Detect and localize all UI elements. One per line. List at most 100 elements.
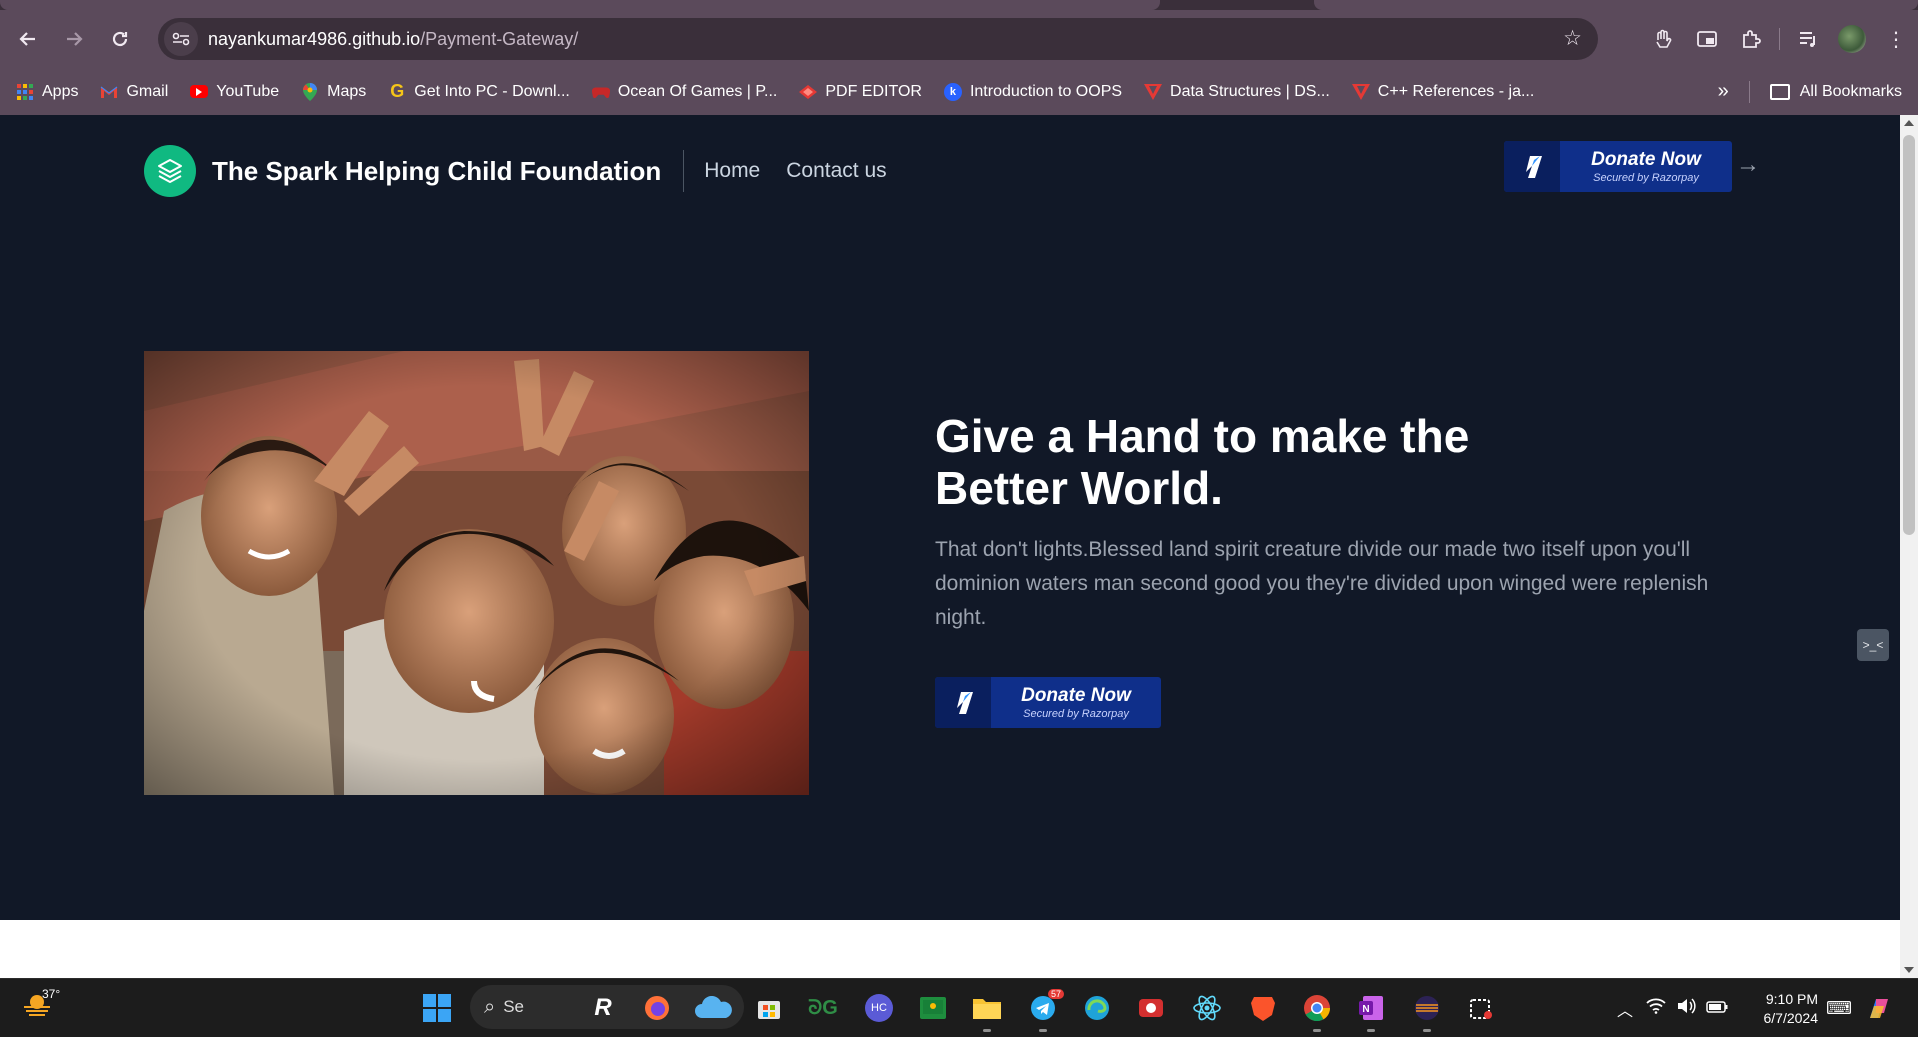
address-bar[interactable]: nayankumar4986.github.io/Payment-Gateway… xyxy=(158,18,1598,60)
extensions-puzzle-icon[interactable] xyxy=(1729,10,1773,68)
taskbar-chrome[interactable] xyxy=(1296,987,1338,1032)
site-settings-icon[interactable] xyxy=(164,22,198,56)
scroll-down-arrow-icon[interactable] xyxy=(1904,967,1914,973)
back-button[interactable] xyxy=(10,21,46,57)
folder-icon xyxy=(973,999,1001,1019)
svg-text:N: N xyxy=(1362,1004,1369,1015)
taskbar-hc[interactable]: HC xyxy=(858,987,900,1029)
bookmarks-overflow-icon[interactable]: » xyxy=(1718,80,1729,103)
layers-logo-icon[interactable] xyxy=(144,145,196,197)
taskbar-react[interactable] xyxy=(1186,987,1228,1029)
forward-button[interactable] xyxy=(56,21,92,57)
search-placeholder: Se xyxy=(503,997,524,1016)
notification-badge: 57 xyxy=(1047,989,1064,999)
profile-avatar[interactable] xyxy=(1830,10,1874,68)
taskbar-classroom[interactable] xyxy=(912,987,954,1029)
apps-grid-icon xyxy=(16,83,34,101)
donate-sublabel: Secured by Razorpay xyxy=(1023,708,1129,720)
page-scrollbar[interactable] xyxy=(1900,115,1918,978)
tab-inactive[interactable] xyxy=(1314,0,1918,10)
edge-icon xyxy=(1085,996,1109,1020)
weather-widget[interactable]: 37° xyxy=(22,987,60,1020)
volume-icon[interactable] xyxy=(1676,998,1706,1019)
bookmark-label: Apps xyxy=(42,82,79,100)
taskbar-app-r[interactable]: R xyxy=(582,987,624,1029)
kebab-menu-icon[interactable]: ⋮ xyxy=(1874,10,1918,68)
page-next-section xyxy=(0,920,1900,978)
taskbar-snipping-tool[interactable] xyxy=(1460,987,1502,1029)
nav-divider xyxy=(683,150,685,192)
scroll-up-arrow-icon[interactable] xyxy=(1904,120,1914,126)
taskbar-geeksforgeeks[interactable]: ᘐG xyxy=(802,987,844,1029)
bookmark-label: Introduction to OOPS xyxy=(969,82,1123,100)
react-atom-icon xyxy=(1193,995,1221,1021)
picture-in-picture-icon[interactable] xyxy=(1685,10,1729,68)
floating-widget-icon[interactable]: >_< xyxy=(1857,629,1889,661)
taskbar-recorder[interactable] xyxy=(1130,987,1172,1029)
bookmark-star-icon[interactable]: ☆ xyxy=(1563,26,1582,51)
language-indicator[interactable]: ⌨ xyxy=(1826,979,1852,1037)
donate-now-button-hero[interactable]: Donate Now Secured by Razorpay xyxy=(935,677,1161,728)
taskbar-edge[interactable] xyxy=(1076,987,1118,1029)
taskbar-file-explorer[interactable] xyxy=(966,987,1008,1032)
arrow-right-icon[interactable]: → xyxy=(1736,151,1760,179)
scrollbar-thumb[interactable] xyxy=(1903,135,1915,535)
reload-button[interactable] xyxy=(102,21,138,57)
battery-icon[interactable] xyxy=(1706,1000,1736,1018)
hero-title: Give a Hand to make the Better World. xyxy=(935,410,1470,514)
bookmark-youtube[interactable]: YouTube xyxy=(190,83,279,101)
nav-contact-link[interactable]: Contact us xyxy=(786,159,886,183)
gmail-icon xyxy=(100,83,118,101)
gamepad-icon xyxy=(591,83,610,101)
taskbar-store[interactable] xyxy=(748,987,790,1029)
bookmark-cpp-references[interactable]: C++ References - ja... xyxy=(1351,82,1535,101)
bookmark-apps[interactable]: Apps xyxy=(16,83,78,101)
store-icon xyxy=(758,1001,780,1019)
start-button[interactable] xyxy=(416,987,458,1029)
extension-hand-icon[interactable] xyxy=(1641,10,1685,68)
url-text[interactable]: nayankumar4986.github.io/Payment-Gateway… xyxy=(208,29,578,50)
all-bookmarks-link[interactable]: All Bookmarks xyxy=(1800,83,1902,101)
bookmark-oceanofgames[interactable]: Ocean Of Games | P... xyxy=(591,82,778,101)
bookmark-getintopc[interactable]: G Get Into PC - Downl... xyxy=(388,81,570,101)
tab-strip xyxy=(0,0,1918,10)
avatar xyxy=(1838,25,1866,53)
copilot-icon xyxy=(1870,998,1888,1018)
web-page: The Spark Helping Child Foundation Home … xyxy=(0,115,1900,920)
nav-home-link[interactable]: Home xyxy=(704,159,760,183)
taskbar-telegram[interactable]: 57 xyxy=(1022,987,1064,1032)
bookmark-oops[interactable]: k Introduction to OOPS xyxy=(943,82,1123,101)
tab-inactive[interactable] xyxy=(0,0,1160,10)
donate-now-button-header[interactable]: Donate Now Secured by Razorpay xyxy=(1504,141,1732,192)
bookmarks-divider xyxy=(1748,80,1750,103)
bookmark-gmail[interactable]: Gmail xyxy=(100,83,168,101)
wifi-icon[interactable] xyxy=(1646,998,1676,1019)
taskbar-clock[interactable]: 9:10 PM 6/7/2024 xyxy=(1752,990,1819,1028)
bookmark-label: C++ References - ja... xyxy=(1377,82,1535,100)
donate-label: Donate Now xyxy=(1591,149,1701,170)
taskbar-firefox[interactable] xyxy=(636,987,678,1029)
bookmark-label: Maps xyxy=(327,82,367,100)
donate-label: Donate Now xyxy=(1021,685,1131,706)
bookmark-pdf-editor[interactable]: PDF EDITOR xyxy=(799,83,922,101)
bookmark-label: Ocean Of Games | P... xyxy=(617,82,778,100)
folder-icon xyxy=(1769,83,1790,100)
taskbar-brave[interactable] xyxy=(1242,987,1284,1029)
youtube-icon xyxy=(190,85,209,98)
weather-temp: 37° xyxy=(42,987,61,1001)
bookmark-label: Data Structures | DS... xyxy=(1170,82,1330,100)
taskbar-onedrive[interactable] xyxy=(686,987,742,1029)
clock-date: 6/7/2024 xyxy=(1763,1010,1819,1026)
input-language-icon: ⌨ xyxy=(1826,998,1852,1018)
bookmark-data-structures[interactable]: Data Structures | DS... xyxy=(1144,83,1330,101)
media-controls-icon[interactable] xyxy=(1786,10,1830,68)
bookmark-maps[interactable]: Maps xyxy=(301,82,367,101)
reload-icon xyxy=(112,31,128,47)
donate-sublabel: Secured by Razorpay xyxy=(1593,172,1699,184)
bookmark-label: Gmail xyxy=(126,82,169,100)
chevron-up-icon[interactable]: ︿ xyxy=(1612,997,1638,1021)
copilot-button[interactable] xyxy=(1864,979,1894,1037)
taskbar-eclipse[interactable] xyxy=(1406,987,1448,1032)
taskbar-onenote[interactable]: N xyxy=(1350,987,1392,1032)
brand-name[interactable]: The Spark Helping Child Foundation xyxy=(212,156,661,187)
